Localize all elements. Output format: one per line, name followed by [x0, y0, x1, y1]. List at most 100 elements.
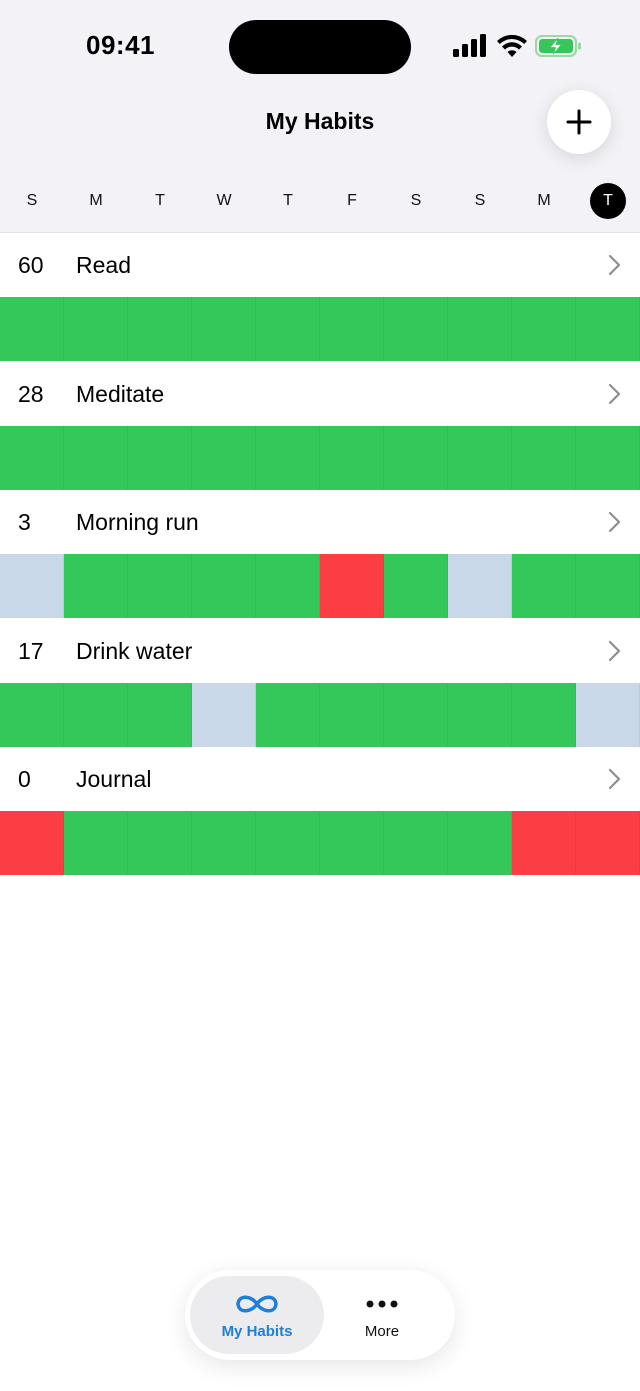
habit-row[interactable]: 0 Journal — [0, 747, 640, 811]
habit-day-grid — [0, 682, 640, 747]
battery-charging-icon — [535, 35, 581, 57]
day-cell-done[interactable] — [320, 297, 384, 361]
habit-row[interactable]: 3 Morning run — [0, 490, 640, 554]
day-cell-done[interactable] — [384, 297, 448, 361]
weekday-label: W — [192, 183, 256, 219]
day-cell-done[interactable] — [320, 425, 384, 490]
day-cell-done[interactable] — [512, 682, 576, 747]
day-cell-done[interactable] — [448, 682, 512, 747]
day-cell-done[interactable] — [192, 297, 256, 361]
day-cell-done[interactable] — [128, 682, 192, 747]
wifi-icon — [497, 34, 527, 57]
habit-streak-count: 0 — [18, 766, 31, 792]
day-cell-done[interactable] — [128, 811, 192, 875]
chevron-right-icon — [608, 640, 621, 661]
habit-day-grid — [0, 554, 640, 618]
day-cell-done[interactable] — [384, 682, 448, 747]
day-cell-done[interactable] — [384, 554, 448, 618]
day-cell-done[interactable] — [192, 554, 256, 618]
day-cell-done[interactable] — [320, 682, 384, 747]
habit-row[interactable]: 60 Read — [0, 233, 640, 297]
day-cell-done[interactable] — [0, 425, 64, 490]
weekday-letter: S — [26, 192, 38, 209]
day-cell-done[interactable] — [192, 425, 256, 490]
day-cell-done[interactable] — [192, 811, 256, 875]
day-cell-done[interactable] — [0, 682, 64, 747]
dynamic-island — [229, 20, 411, 74]
habit-day-grid — [0, 811, 640, 875]
day-cell-skipped[interactable] — [0, 554, 64, 618]
day-cell-done[interactable] — [576, 425, 640, 490]
day-cell-done[interactable] — [64, 297, 128, 361]
tab-my-habits[interactable]: My Habits — [190, 1276, 324, 1354]
weekday-label: T — [128, 183, 192, 219]
day-cell-done[interactable] — [128, 425, 192, 490]
tab-label: More — [364, 1322, 400, 1340]
day-cell-done[interactable] — [64, 554, 128, 618]
habit-item: 60 Read — [0, 233, 640, 362]
habit-item: 28 Meditate — [0, 361, 640, 491]
day-cell-done[interactable] — [448, 297, 512, 361]
habit-name: Morning run — [76, 509, 199, 535]
habit-row[interactable]: 28 Meditate — [0, 361, 640, 426]
day-cell-done[interactable] — [128, 554, 192, 618]
day-cell-done[interactable] — [0, 297, 64, 361]
weekday-label: M — [64, 183, 128, 219]
day-cell-done[interactable] — [448, 425, 512, 490]
day-cell-done[interactable] — [384, 425, 448, 490]
tab-bar: My Habits More — [185, 1270, 455, 1360]
tab-more[interactable]: More — [315, 1276, 449, 1354]
chevron-right-icon — [608, 254, 621, 276]
weekday-label: F — [320, 183, 384, 219]
day-cell-done[interactable] — [128, 297, 192, 361]
tab-label: My Habits — [221, 1322, 293, 1340]
plus-icon — [566, 109, 592, 135]
habit-name: Drink water — [76, 637, 193, 664]
chevron-right-icon — [608, 383, 621, 404]
day-cell-done[interactable] — [384, 811, 448, 875]
day-cell-done[interactable] — [512, 297, 576, 361]
day-cell-done[interactable] — [576, 554, 640, 618]
add-habit-button[interactable] — [547, 90, 611, 154]
habit-name: Read — [76, 252, 131, 278]
day-cell-missed[interactable] — [320, 554, 384, 618]
day-cell-skipped[interactable] — [192, 682, 256, 747]
infinity-icon — [236, 1295, 278, 1312]
weekday-label: T — [256, 183, 320, 219]
chevron-right-icon — [608, 511, 621, 533]
chevron-right-icon — [608, 768, 621, 790]
day-cell-done[interactable] — [256, 682, 320, 747]
habit-row[interactable]: 17 Drink water — [0, 618, 640, 683]
weekday-letter: T — [155, 192, 165, 209]
day-cell-done[interactable] — [576, 297, 640, 361]
day-cell-done[interactable] — [256, 425, 320, 490]
day-cell-done[interactable] — [256, 811, 320, 875]
cellular-signal-icon — [453, 34, 486, 57]
weekday-letter: T — [283, 192, 293, 209]
day-cell-done[interactable] — [256, 554, 320, 618]
weekday-letter: F — [347, 192, 357, 209]
day-cell-skipped[interactable] — [576, 682, 640, 747]
day-cell-done[interactable] — [512, 554, 576, 618]
day-cell-done[interactable] — [512, 425, 576, 490]
habit-name: Journal — [76, 766, 152, 792]
habit-streak-count: 17 — [18, 637, 44, 664]
day-cell-missed[interactable] — [512, 811, 576, 875]
habit-day-grid — [0, 425, 640, 490]
day-cell-skipped[interactable] — [448, 554, 512, 618]
weekday-letter: S — [474, 192, 486, 209]
day-cell-done[interactable] — [320, 811, 384, 875]
day-cell-done[interactable] — [64, 682, 128, 747]
weekday-label: S — [448, 183, 512, 219]
ellipsis-icon — [366, 1300, 398, 1307]
weekday-label: S — [0, 183, 64, 219]
day-cell-done[interactable] — [256, 297, 320, 361]
day-cell-missed[interactable] — [0, 811, 64, 875]
day-cell-done[interactable] — [448, 811, 512, 875]
day-cell-done[interactable] — [64, 811, 128, 875]
day-cell-done[interactable] — [64, 425, 128, 490]
weekday-header: SMTWTFSSMT — [0, 183, 640, 219]
habit-day-grid — [0, 297, 640, 361]
day-cell-missed[interactable] — [576, 811, 640, 875]
weekday-letter: T — [590, 183, 626, 219]
